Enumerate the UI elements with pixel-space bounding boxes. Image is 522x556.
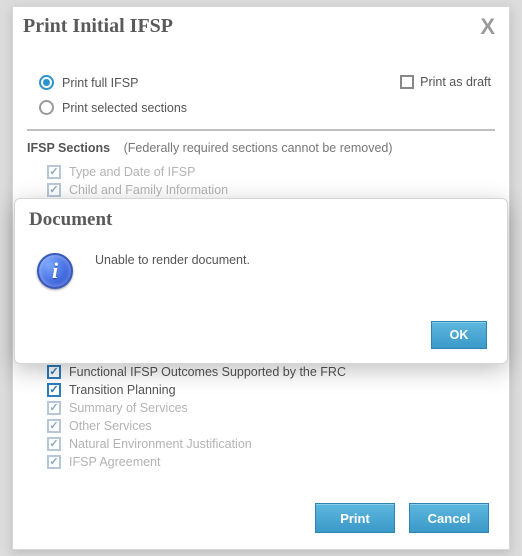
modal-message: Unable to render document. (95, 253, 250, 267)
close-icon[interactable]: X (480, 16, 495, 38)
section-label: IFSP Agreement (69, 455, 161, 469)
sections-header: IFSP Sections (27, 141, 110, 155)
section-label: Transition Planning (69, 383, 176, 397)
section-item[interactable]: ✓ Transition Planning (47, 383, 495, 397)
checkbox-print-as-draft[interactable]: Print as draft (400, 75, 491, 89)
checkbox-icon: ✓ (47, 419, 61, 433)
section-item: ✓ Summary of Services (47, 401, 495, 415)
section-label: Type and Date of IFSP (69, 165, 195, 179)
print-button[interactable]: Print (315, 503, 395, 533)
section-label: Child and Family Information (69, 183, 228, 197)
dialog-title: Print Initial IFSP (23, 15, 173, 38)
cancel-button[interactable]: Cancel (409, 503, 489, 533)
checkbox-icon: ✓ (47, 401, 61, 415)
sections-header-row: IFSP Sections (Federally required sectio… (27, 141, 495, 155)
radio-icon (39, 100, 54, 115)
section-item: ✓ IFSP Agreement (47, 455, 495, 469)
modal-title: Document (15, 199, 507, 239)
dialog-button-row: Print Cancel (315, 503, 489, 533)
info-icon: i (37, 253, 73, 289)
section-item[interactable]: ✓ Functional IFSP Outcomes Supported by … (47, 365, 495, 379)
checkbox-icon: ✓ (47, 437, 61, 451)
checkbox-icon (400, 75, 414, 89)
radio-print-selected[interactable]: Print selected sections (39, 100, 187, 115)
radio-print-full[interactable]: Print full IFSP (39, 75, 187, 90)
radio-label: Print selected sections (62, 101, 187, 115)
section-item: ✓ Type and Date of IFSP (47, 165, 495, 179)
section-label: Functional IFSP Outcomes Supported by th… (69, 365, 346, 379)
ok-button[interactable]: OK (431, 321, 487, 349)
checkbox-label: Print as draft (420, 75, 491, 89)
document-error-modal: Document i Unable to render document. OK (14, 198, 508, 364)
radio-label: Print full IFSP (62, 76, 138, 90)
section-item: ✓ Natural Environment Justification (47, 437, 495, 451)
section-label: Other Services (69, 419, 152, 433)
section-item: ✓ Child and Family Information (47, 183, 495, 197)
section-item: ✓ Other Services (47, 419, 495, 433)
checkbox-icon: ✓ (47, 365, 61, 379)
radio-icon (39, 75, 54, 90)
checkbox-icon: ✓ (47, 455, 61, 469)
dialog-titlebar: Print Initial IFSP X (13, 7, 509, 53)
section-label: Natural Environment Justification (69, 437, 252, 451)
checkbox-icon: ✓ (47, 383, 61, 397)
sections-note: (Federally required sections cannot be r… (124, 141, 393, 155)
divider (27, 129, 495, 131)
checkbox-icon: ✓ (47, 183, 61, 197)
section-label: Summary of Services (69, 401, 188, 415)
checkbox-icon: ✓ (47, 165, 61, 179)
